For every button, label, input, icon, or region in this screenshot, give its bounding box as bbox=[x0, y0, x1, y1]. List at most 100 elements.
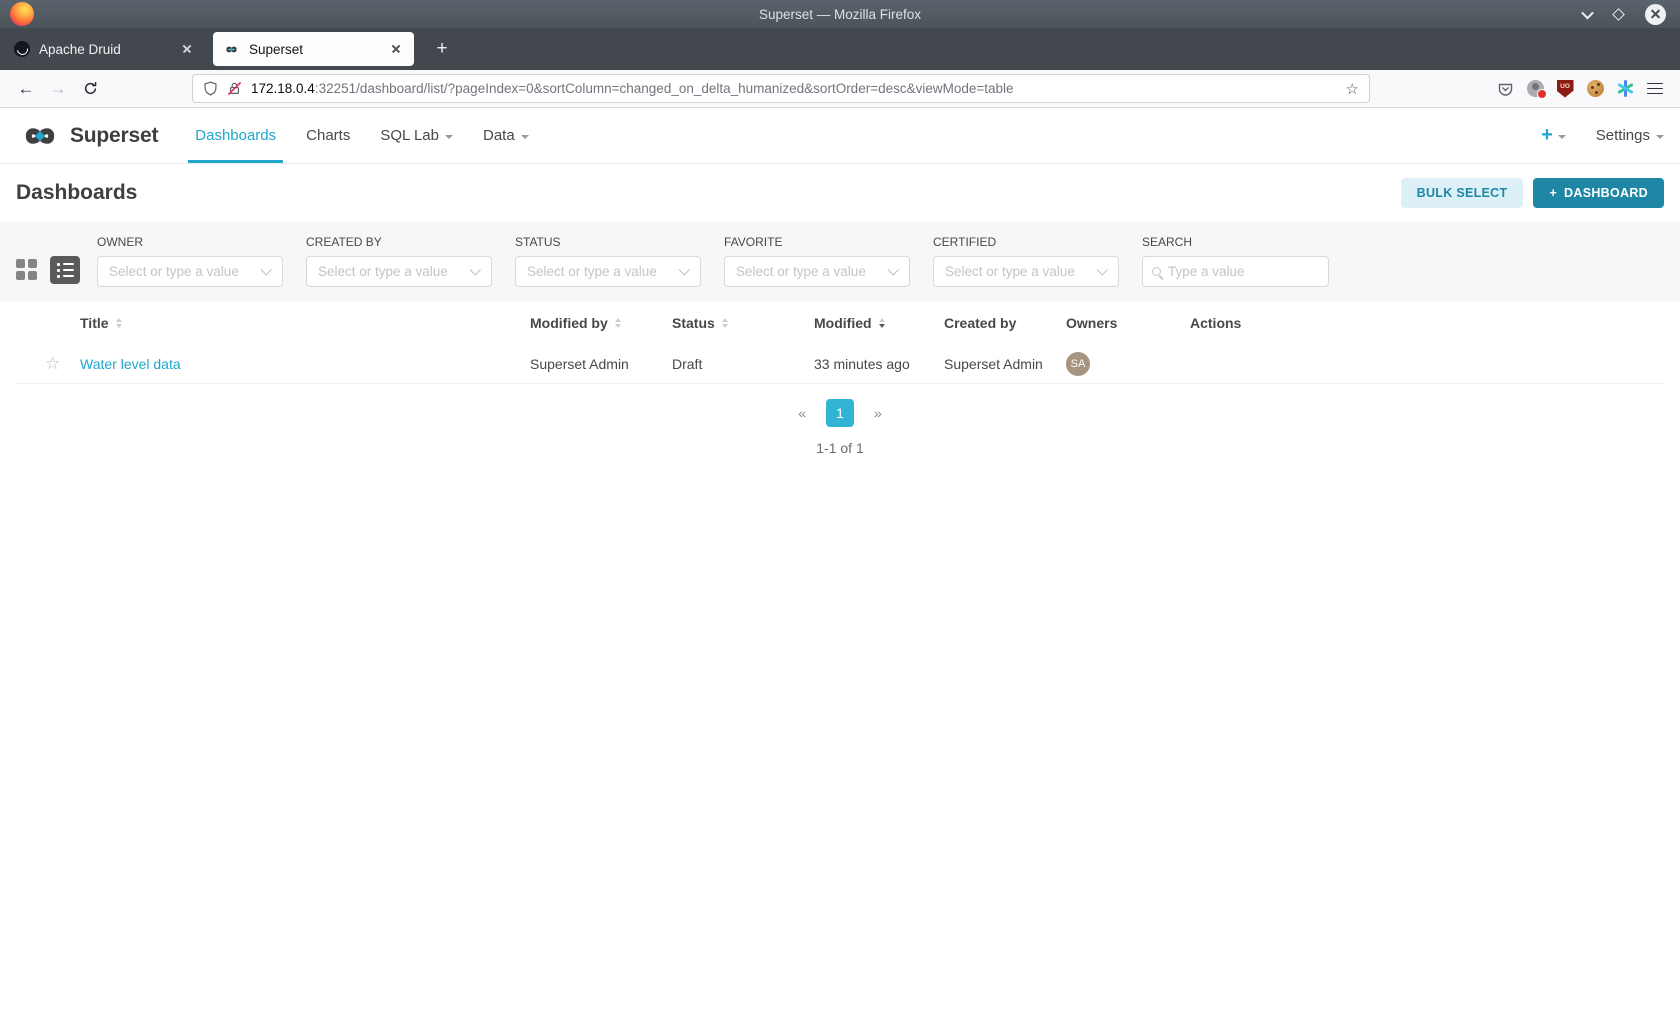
filter-label-owner: OWNER bbox=[97, 235, 283, 249]
back-button[interactable]: ← bbox=[10, 75, 42, 103]
chevron-down-icon bbox=[1558, 135, 1566, 139]
column-header-actions: Actions bbox=[1190, 315, 1664, 331]
new-tab-button[interactable]: + bbox=[428, 35, 456, 63]
column-header-owners: Owners bbox=[1066, 315, 1190, 331]
previous-page-button[interactable]: « bbox=[792, 401, 812, 425]
nav-label: Charts bbox=[306, 127, 350, 144]
url-path: :32251/dashboard/list/?pageIndex=0&sortC… bbox=[315, 81, 1014, 96]
url-bar[interactable]: 172.18.0.4:32251/dashboard/list/?pageInd… bbox=[192, 74, 1370, 103]
modified-by-cell: Superset Admin bbox=[530, 356, 629, 372]
list-icon bbox=[57, 263, 74, 278]
sort-icon bbox=[722, 318, 728, 329]
sort-desc-icon bbox=[879, 318, 885, 329]
pagination: « 1 » bbox=[0, 399, 1680, 427]
list-view-button[interactable] bbox=[50, 256, 80, 284]
url-text[interactable]: 172.18.0.4:32251/dashboard/list/?pageInd… bbox=[251, 81, 1346, 96]
chevron-down-icon bbox=[445, 135, 453, 139]
created-by-cell: Superset Admin bbox=[944, 356, 1066, 372]
dashboards-table: Title Modified by Status Modified Create… bbox=[0, 302, 1680, 384]
modified-cell: 33 minutes ago bbox=[814, 356, 944, 372]
search-icon bbox=[1152, 267, 1161, 276]
nav-item-sql-lab[interactable]: SQL Lab bbox=[365, 108, 468, 163]
page-title: Dashboards bbox=[16, 181, 137, 205]
chevron-down-icon bbox=[521, 135, 529, 139]
owner-avatar[interactable]: SA bbox=[1066, 352, 1090, 376]
window-titlebar: Superset — Mozilla Firefox bbox=[0, 0, 1680, 28]
status-filter-select[interactable]: Select or type a value bbox=[515, 256, 701, 287]
nav-item-charts[interactable]: Charts bbox=[291, 108, 365, 163]
tab-close-icon[interactable] bbox=[177, 39, 197, 59]
filter-label-favorite: FAVORITE bbox=[724, 235, 910, 249]
next-page-button[interactable]: » bbox=[868, 401, 888, 425]
table-header-row: Title Modified by Status Modified Create… bbox=[16, 302, 1664, 344]
new-object-menu[interactable]: + bbox=[1541, 124, 1566, 147]
column-header-title[interactable]: Title bbox=[80, 315, 530, 331]
dashboard-title-link[interactable]: Water level data bbox=[80, 356, 181, 372]
cookie-extension-icon[interactable] bbox=[1580, 75, 1610, 103]
page-header: Dashboards BULK SELECT + DASHBOARD bbox=[0, 164, 1680, 222]
reload-button[interactable] bbox=[74, 75, 106, 103]
firefox-logo-icon bbox=[10, 2, 34, 26]
bulk-select-button[interactable]: BULK SELECT bbox=[1401, 178, 1524, 208]
filter-bar: OWNER Select or type a value CREATED BY … bbox=[0, 222, 1680, 302]
pagination-summary: 1-1 of 1 bbox=[0, 440, 1680, 456]
tab-superset[interactable]: Superset bbox=[213, 32, 414, 66]
druid-favicon bbox=[14, 41, 30, 57]
tab-close-icon[interactable] bbox=[386, 39, 406, 59]
table-row: ☆ Water level data Superset Admin Draft … bbox=[16, 344, 1664, 384]
filter-label-created-by: CREATED BY bbox=[306, 235, 492, 249]
privacy-extension-icon[interactable] bbox=[1520, 75, 1550, 103]
settings-label: Settings bbox=[1596, 127, 1650, 144]
browser-toolbar: ← → 172.18.0.4:32251/dashboard/list/?pag… bbox=[0, 70, 1680, 108]
superset-navbar: Superset Dashboards Charts SQL Lab Data … bbox=[0, 108, 1680, 164]
status-cell: Draft bbox=[672, 356, 814, 372]
search-input[interactable] bbox=[1168, 264, 1319, 279]
window-maximize-icon[interactable] bbox=[1612, 8, 1625, 21]
column-header-status[interactable]: Status bbox=[672, 315, 814, 331]
menu-hamburger-icon[interactable] bbox=[1640, 75, 1670, 103]
tab-label: Superset bbox=[249, 42, 386, 57]
column-header-created-by: Created by bbox=[944, 315, 1066, 331]
insecure-lock-icon[interactable] bbox=[227, 81, 242, 96]
column-header-modified[interactable]: Modified bbox=[814, 315, 944, 331]
nav-label: SQL Lab bbox=[380, 127, 439, 144]
window-title: Superset — Mozilla Firefox bbox=[759, 7, 921, 22]
filter-label-status: STATUS bbox=[515, 235, 701, 249]
window-close-icon[interactable] bbox=[1645, 4, 1666, 25]
certified-filter-select[interactable]: Select or type a value bbox=[933, 256, 1119, 287]
tab-label: Apache Druid bbox=[39, 42, 177, 57]
window-minimize-icon[interactable] bbox=[1581, 6, 1594, 19]
column-header-modified-by[interactable]: Modified by bbox=[530, 315, 672, 331]
bookmark-star-icon[interactable]: ☆ bbox=[1346, 80, 1359, 98]
plus-icon: + bbox=[1549, 186, 1557, 200]
filter-label-search: SEARCH bbox=[1142, 235, 1329, 249]
created-by-filter-select[interactable]: Select or type a value bbox=[306, 256, 492, 287]
owner-filter-select[interactable]: Select or type a value bbox=[97, 256, 283, 287]
page-1-button[interactable]: 1 bbox=[826, 399, 854, 427]
spark-extension-icon[interactable] bbox=[1610, 75, 1640, 103]
favorite-filter-select[interactable]: Select or type a value bbox=[724, 256, 910, 287]
superset-brand[interactable]: Superset bbox=[16, 108, 158, 163]
brand-text: Superset bbox=[70, 124, 158, 148]
superset-logo-icon bbox=[16, 123, 64, 149]
superset-favicon bbox=[223, 44, 240, 55]
pocket-icon[interactable] bbox=[1490, 75, 1520, 103]
url-host: 172.18.0.4 bbox=[251, 81, 315, 96]
chevron-down-icon bbox=[1656, 135, 1664, 139]
nav-item-data[interactable]: Data bbox=[468, 108, 544, 163]
favorite-star-icon[interactable]: ☆ bbox=[16, 354, 80, 374]
settings-menu[interactable]: Settings bbox=[1596, 127, 1664, 144]
shield-icon[interactable] bbox=[203, 81, 218, 96]
new-dashboard-button[interactable]: + DASHBOARD bbox=[1533, 178, 1664, 208]
tab-strip: Apache Druid Superset + bbox=[0, 28, 1680, 70]
ublock-origin-icon[interactable]: UO bbox=[1550, 75, 1580, 103]
forward-button[interactable]: → bbox=[42, 75, 74, 103]
sort-icon bbox=[116, 318, 122, 329]
tab-apache-druid[interactable]: Apache Druid bbox=[4, 32, 205, 66]
plus-icon: + bbox=[1541, 124, 1553, 147]
card-view-button[interactable] bbox=[16, 259, 38, 281]
sort-icon bbox=[615, 318, 621, 329]
filter-label-certified: CERTIFIED bbox=[933, 235, 1119, 249]
search-box[interactable] bbox=[1142, 256, 1329, 287]
nav-item-dashboards[interactable]: Dashboards bbox=[180, 108, 291, 163]
